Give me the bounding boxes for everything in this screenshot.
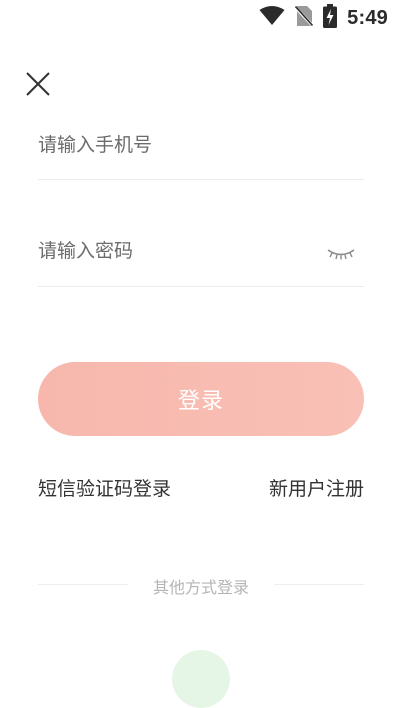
wechat-login-button[interactable] (172, 650, 230, 708)
status-icons: 5:49 (259, 4, 388, 32)
divider-line-right (274, 584, 364, 585)
status-time: 5:49 (347, 6, 388, 29)
close-button[interactable] (24, 70, 52, 98)
wifi-icon (259, 6, 285, 30)
password-field (38, 236, 364, 287)
eye-closed-icon[interactable] (326, 242, 356, 262)
register-link[interactable]: 新用户注册 (269, 474, 364, 501)
status-bar: 5:49 (0, 0, 400, 36)
close-icon (26, 72, 50, 96)
other-login-label: 其他方式登录 (152, 578, 249, 597)
no-sim-icon (294, 5, 315, 31)
login-button[interactable]: 登录 (38, 362, 364, 436)
other-login-divider: 其他方式登录 (38, 573, 364, 597)
phone-field (38, 130, 364, 180)
phone-input[interactable] (38, 130, 298, 160)
sms-login-link[interactable]: 短信验证码登录 (38, 474, 171, 501)
password-input[interactable] (38, 236, 298, 266)
battery-charging-icon (323, 4, 338, 32)
